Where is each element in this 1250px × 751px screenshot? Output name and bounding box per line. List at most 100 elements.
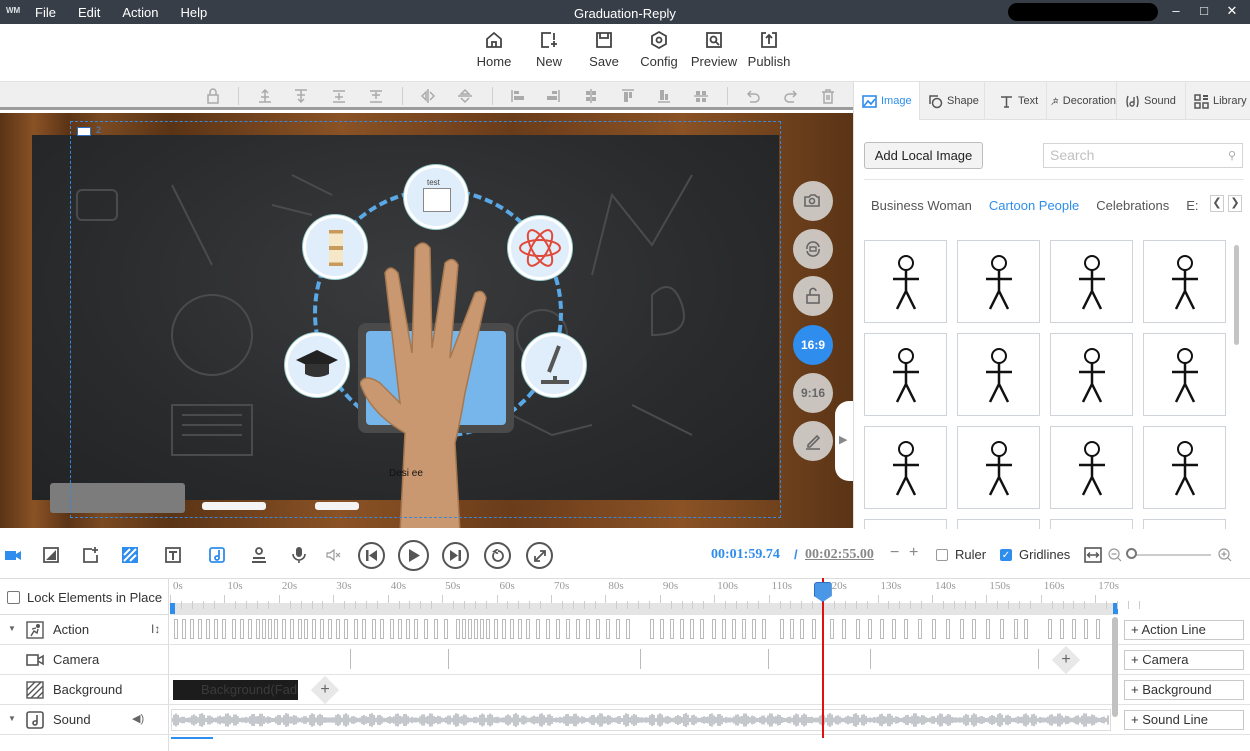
action-clip[interactable]	[1072, 619, 1076, 639]
skip-forward-button[interactable]	[442, 542, 469, 569]
unlock-button[interactable]	[793, 276, 833, 316]
tab-library[interactable]: Library	[1186, 82, 1250, 120]
thumbnail-dancing-stick-figure[interactable]	[1143, 426, 1226, 509]
category-celebrations[interactable]: Celebrations	[1096, 198, 1169, 213]
thumbnail-partial[interactable]	[1143, 519, 1226, 529]
fit-timeline-icon[interactable]	[1084, 547, 1102, 563]
zoom-slider-handle[interactable]	[1126, 548, 1137, 559]
action-clip[interactable]	[502, 619, 506, 639]
tab-image[interactable]: Image	[854, 82, 920, 120]
action-clip[interactable]	[1084, 619, 1088, 639]
action-clip[interactable]	[830, 619, 834, 639]
thumbnail-man-with-charts[interactable]	[1143, 240, 1226, 323]
action-clip[interactable]	[712, 619, 716, 639]
text-tool-icon[interactable]	[164, 546, 182, 564]
action-clip[interactable]	[380, 619, 384, 639]
send-to-back-icon[interactable]	[293, 88, 309, 104]
action-clip[interactable]	[616, 619, 620, 639]
action-clip[interactable]	[518, 619, 522, 639]
action-clip[interactable]	[546, 619, 550, 639]
action-clip[interactable]	[282, 619, 286, 639]
decrease-duration-button[interactable]: −	[890, 544, 899, 562]
background-clip[interactable]: Background(Fade	[173, 680, 298, 700]
action-clip[interactable]	[390, 619, 394, 639]
add-action-line-button[interactable]: + Action Line	[1124, 620, 1244, 640]
menu-edit[interactable]: Edit	[78, 5, 100, 20]
zoom-slider-track[interactable]	[1131, 554, 1211, 556]
action-clip[interactable]	[256, 619, 260, 639]
flip-vertical-icon[interactable]	[457, 88, 473, 104]
thumbnail-running-figure[interactable]	[957, 333, 1040, 416]
pattern-tool-icon[interactable]	[121, 546, 139, 564]
ruler-checkbox[interactable]	[936, 549, 948, 561]
action-clip[interactable]	[762, 619, 766, 639]
rotate-button[interactable]	[793, 229, 833, 269]
selection-frame[interactable]	[70, 121, 781, 518]
category-business-woman[interactable]: Business Woman	[871, 198, 972, 213]
action-clip[interactable]	[320, 619, 324, 639]
action-clip[interactable]	[626, 619, 630, 639]
ratio-9-16-button[interactable]: 9:16	[793, 373, 833, 413]
add-element-icon[interactable]	[82, 546, 100, 564]
character-tool-icon[interactable]	[250, 546, 268, 564]
action-clip[interactable]	[262, 619, 266, 639]
action-clip[interactable]	[960, 619, 964, 639]
action-clip[interactable]	[468, 619, 472, 639]
action-clip[interactable]	[660, 619, 664, 639]
align-left-icon[interactable]	[510, 88, 526, 104]
action-clip[interactable]	[680, 619, 684, 639]
action-clip[interactable]	[414, 619, 418, 639]
action-clip[interactable]	[1060, 619, 1064, 639]
action-clip[interactable]	[362, 619, 366, 639]
action-clip[interactable]	[722, 619, 726, 639]
fullscreen-button[interactable]	[526, 542, 553, 569]
action-clip[interactable]	[444, 619, 448, 639]
redo-icon[interactable]	[783, 88, 799, 104]
action-clip[interactable]	[1096, 619, 1100, 639]
action-clip[interactable]	[406, 619, 410, 639]
action-clip[interactable]	[462, 619, 466, 639]
camera-keyframe[interactable]	[350, 649, 351, 669]
action-clip[interactable]	[328, 619, 332, 639]
action-clip[interactable]	[206, 619, 210, 639]
flip-horizontal-icon[interactable]	[420, 88, 436, 104]
action-clip[interactable]	[510, 619, 514, 639]
thumbnail-partial[interactable]	[864, 519, 947, 529]
tab-shape[interactable]: Shape	[920, 82, 985, 120]
action-clip[interactable]	[456, 619, 460, 639]
action-clip[interactable]	[556, 619, 560, 639]
action-clip[interactable]	[670, 619, 674, 639]
camera-keyframe[interactable]	[768, 649, 769, 669]
action-clip[interactable]	[1048, 619, 1052, 639]
align-middle-icon[interactable]	[693, 88, 709, 104]
action-clip[interactable]	[690, 619, 694, 639]
preview-button[interactable]: Preview	[686, 30, 742, 69]
thumbnail-figure-sitting[interactable]	[957, 240, 1040, 323]
collapse-panel-tab[interactable]: ▶	[835, 401, 853, 481]
screenshot-button[interactable]	[793, 181, 833, 221]
action-clip[interactable]	[424, 619, 428, 639]
lock-elements-checkbox[interactable]	[7, 591, 20, 604]
action-clip[interactable]	[298, 619, 302, 639]
action-clip[interactable]	[486, 619, 490, 639]
timeline-vertical-scrollbar[interactable]	[1112, 617, 1118, 717]
category-next-button[interactable]: ❯	[1228, 195, 1242, 212]
thumbnail-group-of-people[interactable]	[1050, 333, 1133, 416]
mute-icon[interactable]	[325, 546, 343, 564]
action-clip[interactable]	[606, 619, 610, 639]
delete-icon[interactable]	[820, 88, 836, 104]
home-button[interactable]: Home	[466, 30, 522, 69]
action-clip[interactable]	[398, 619, 402, 639]
config-button[interactable]: Config	[631, 30, 687, 69]
camera-marker-icon[interactable]	[77, 127, 91, 136]
action-clip[interactable]	[918, 619, 922, 639]
resize-track-icon[interactable]: I↕	[151, 622, 160, 636]
action-clip[interactable]	[198, 619, 202, 639]
action-clip[interactable]	[892, 619, 896, 639]
action-clip[interactable]	[800, 619, 804, 639]
action-clip[interactable]	[790, 619, 794, 639]
camera-keyframe[interactable]	[640, 649, 641, 669]
canvas-area[interactable]: test Desi ee 2 ▶ ▼	[0, 113, 853, 528]
camera-keyframe[interactable]	[870, 649, 871, 669]
action-clip[interactable]	[190, 619, 194, 639]
